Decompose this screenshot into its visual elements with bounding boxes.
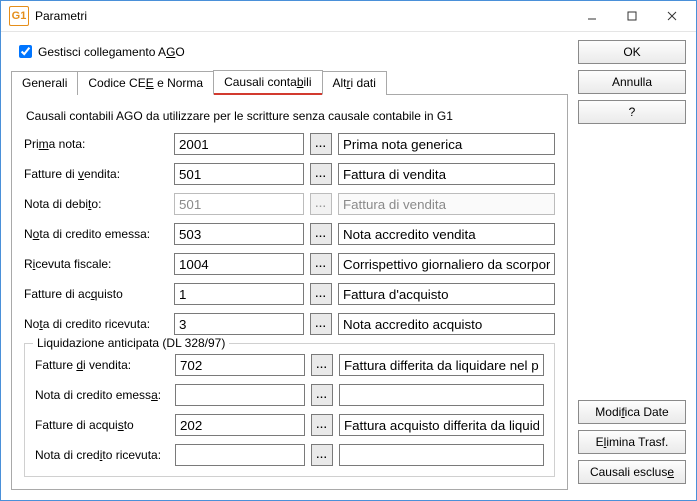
code-ricevuta-fiscale[interactable] xyxy=(174,253,304,275)
tab-altri-dati[interactable]: Altri dati xyxy=(322,71,387,95)
code-fatture-vendita[interactable] xyxy=(174,163,304,185)
group-legend: Liquidazione anticipata (DL 328/97) xyxy=(33,336,229,350)
code-fatture-acquisto[interactable] xyxy=(174,283,304,305)
minimize-button[interactable] xyxy=(572,5,612,27)
row-nota-credito-ricevuta: Nota di credito ricevuta: ... xyxy=(24,313,555,335)
grow-nota-credito-ricevuta: Nota di credito ricevuta: ... xyxy=(35,444,544,466)
group-liquidazione-anticipata: Liquidazione anticipata (DL 328/97) Fatt… xyxy=(24,343,555,477)
tab-generali[interactable]: Generali xyxy=(11,71,78,95)
code-prima-nota[interactable] xyxy=(174,133,304,155)
label-fatture-acquisto: Fatture di acquisto xyxy=(24,287,174,301)
glabel-nota-credito-emessa: Nota di credito emessa: xyxy=(35,388,175,402)
lookup-fatture-acquisto[interactable]: ... xyxy=(310,283,332,305)
lookup-ricevuta-fiscale[interactable]: ... xyxy=(310,253,332,275)
label-nota-debito: Nota di debito: xyxy=(24,197,174,211)
gestisci-ago-label: Gestisci collegamento AGO xyxy=(38,45,185,59)
elimina-trasf-button[interactable]: Elimina Trasf. xyxy=(578,430,686,454)
annulla-button[interactable]: Annulla xyxy=(578,70,686,94)
modifica-date-button[interactable]: Modifica Date xyxy=(578,400,686,424)
glookup-nota-credito-emessa[interactable]: ... xyxy=(311,384,333,406)
desc-prima-nota[interactable] xyxy=(338,133,555,155)
lookup-nota-credito-ricevuta[interactable]: ... xyxy=(310,313,332,335)
app-icon: G1 xyxy=(9,6,29,26)
tab-codice-cee[interactable]: Codice CEE e Norma xyxy=(77,71,214,95)
code-nota-credito-ricevuta[interactable] xyxy=(174,313,304,335)
grow-fatture-acquisto: Fatture di acquisto ... xyxy=(35,414,544,436)
label-prima-nota: Prima nota: xyxy=(24,137,174,151)
desc-fatture-acquisto[interactable] xyxy=(338,283,555,305)
row-fatture-vendita: Fatture di vendita: ... xyxy=(24,163,555,185)
spacer xyxy=(578,130,686,400)
gdesc-fatture-vendita[interactable] xyxy=(339,354,544,376)
gestisci-ago-input[interactable] xyxy=(19,45,32,58)
desc-nota-debito xyxy=(338,193,555,215)
lookup-prima-nota[interactable]: ... xyxy=(310,133,332,155)
ok-button[interactable]: OK xyxy=(578,40,686,64)
code-nota-credito-emessa[interactable] xyxy=(174,223,304,245)
help-button[interactable]: ? xyxy=(578,100,686,124)
grow-fatture-vendita: Fatture di vendita: ... xyxy=(35,354,544,376)
right-button-pane: OK Annulla ? Modifica Date Elimina Trasf… xyxy=(578,40,686,490)
glabel-fatture-acquisto: Fatture di acquisto xyxy=(35,418,175,432)
glabel-nota-credito-ricevuta: Nota di credito ricevuta: xyxy=(35,448,175,462)
parametri-window: G1 Parametri Gestisci collegamento AGO G… xyxy=(0,0,697,501)
label-nota-credito-ricevuta: Nota di credito ricevuta: xyxy=(24,317,174,331)
gcode-nota-credito-ricevuta[interactable] xyxy=(175,444,305,466)
tabs: Generali Codice CEE e Norma Causali cont… xyxy=(11,69,568,94)
glookup-nota-credito-ricevuta[interactable]: ... xyxy=(311,444,333,466)
code-nota-debito xyxy=(174,193,304,215)
desc-ricevuta-fiscale[interactable] xyxy=(338,253,555,275)
close-button[interactable] xyxy=(652,5,692,27)
row-nota-credito-emessa: Nota di credito emessa: ... xyxy=(24,223,555,245)
row-ricevuta-fiscale: Ricevuta fiscale: ... xyxy=(24,253,555,275)
left-pane: Gestisci collegamento AGO Generali Codic… xyxy=(11,40,568,490)
gcode-nota-credito-emessa[interactable] xyxy=(175,384,305,406)
maximize-button[interactable] xyxy=(612,5,652,27)
desc-fatture-vendita[interactable] xyxy=(338,163,555,185)
gcode-fatture-vendita[interactable] xyxy=(175,354,305,376)
glookup-fatture-acquisto[interactable]: ... xyxy=(311,414,333,436)
grow-nota-credito-emessa: Nota di credito emessa: ... xyxy=(35,384,544,406)
titlebar: G1 Parametri xyxy=(1,1,696,32)
lookup-nota-debito: ... xyxy=(310,193,332,215)
lookup-nota-credito-emessa[interactable]: ... xyxy=(310,223,332,245)
tab-causali-contabili[interactable]: Causali contabili xyxy=(213,70,322,95)
window-title: Parametri xyxy=(35,9,572,23)
gestisci-ago-checkbox[interactable]: Gestisci collegamento AGO xyxy=(15,42,568,61)
desc-nota-credito-emessa[interactable] xyxy=(338,223,555,245)
window-controls xyxy=(572,5,692,27)
instructions: Causali contabili AGO da utilizzare per … xyxy=(26,109,555,123)
causali-escluse-button[interactable]: Causali escluse xyxy=(578,460,686,484)
gdesc-nota-credito-ricevuta[interactable] xyxy=(339,444,544,466)
glabel-fatture-vendita: Fatture di vendita: xyxy=(35,358,175,372)
desc-nota-credito-ricevuta[interactable] xyxy=(338,313,555,335)
label-nota-credito-emessa: Nota di credito emessa: xyxy=(24,227,174,241)
gdesc-nota-credito-emessa[interactable] xyxy=(339,384,544,406)
gdesc-fatture-acquisto[interactable] xyxy=(339,414,544,436)
label-ricevuta-fiscale: Ricevuta fiscale: xyxy=(24,257,174,271)
label-fatture-vendita: Fatture di vendita: xyxy=(24,167,174,181)
row-prima-nota: Prima nota: ... xyxy=(24,133,555,155)
dialog-body: Gestisci collegamento AGO Generali Codic… xyxy=(1,32,696,500)
row-fatture-acquisto: Fatture di acquisto ... xyxy=(24,283,555,305)
lookup-fatture-vendita[interactable]: ... xyxy=(310,163,332,185)
glookup-fatture-vendita[interactable]: ... xyxy=(311,354,333,376)
tabpanel-causali: Causali contabili AGO da utilizzare per … xyxy=(11,94,568,490)
row-nota-debito: Nota di debito: ... xyxy=(24,193,555,215)
gcode-fatture-acquisto[interactable] xyxy=(175,414,305,436)
